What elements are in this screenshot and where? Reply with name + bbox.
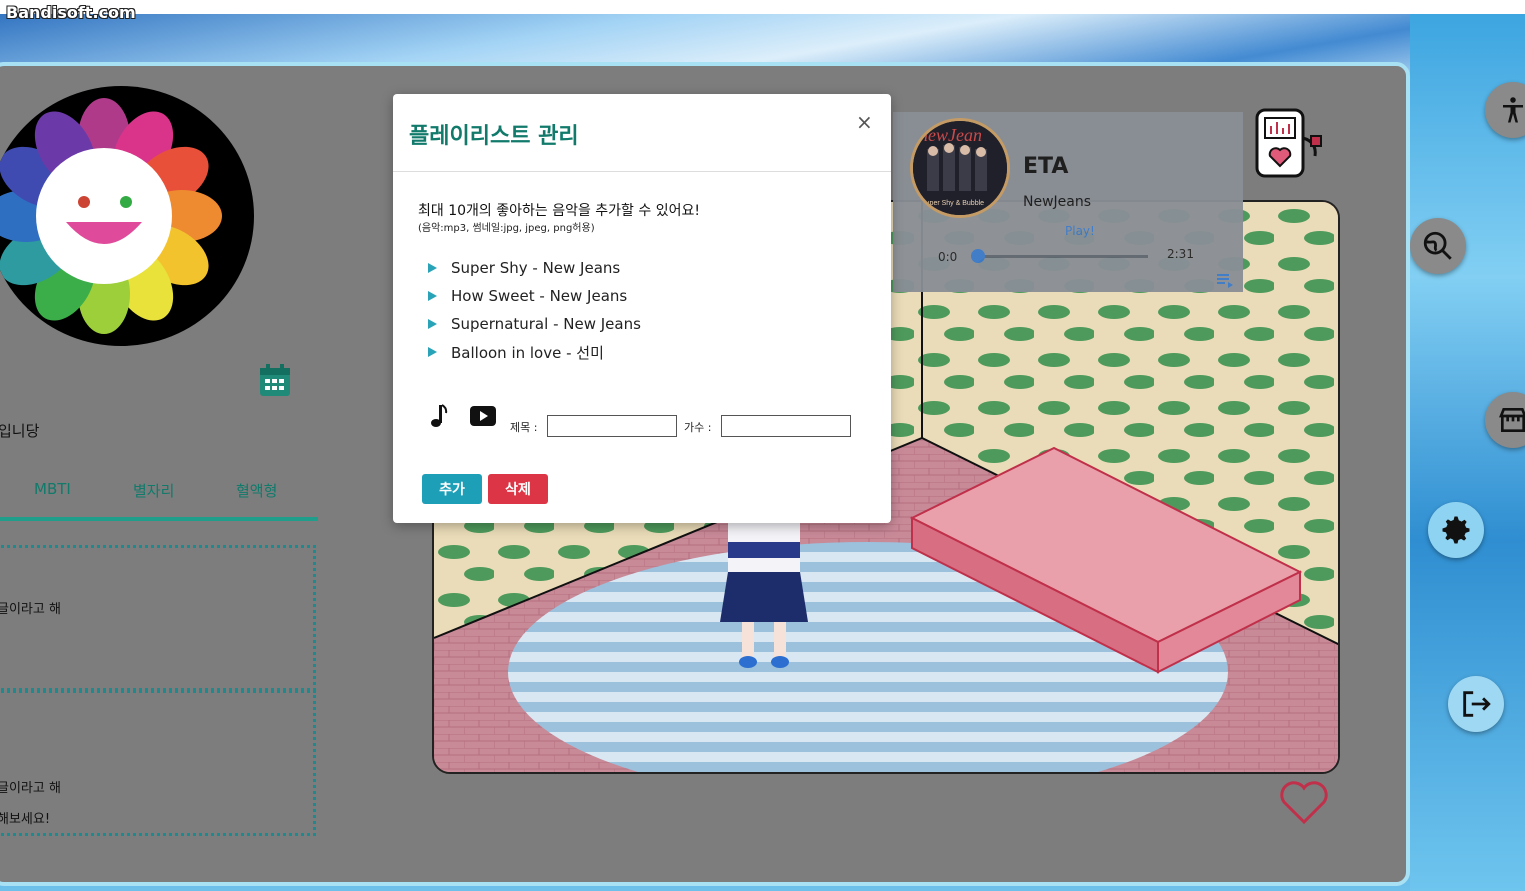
song-artist: NewJeans bbox=[1023, 194, 1092, 210]
tab-zodiac[interactable]: 별자리 bbox=[133, 480, 174, 501]
play-arrow-icon bbox=[428, 319, 437, 329]
modal-sub-description: (음악:mp3, 썸네일:jpg, jpeg, png허용) bbox=[418, 223, 595, 234]
title-label: 제목 : bbox=[510, 421, 538, 434]
album-art: newJean Super Shy & Bubble bbox=[910, 118, 1010, 218]
playlist-item-label: Supernatural - New Jeans bbox=[451, 315, 641, 333]
profile-tabs: MBTI 별자리 혈액형 bbox=[0, 475, 318, 521]
current-time: 0:0 bbox=[938, 250, 958, 264]
playlist-item[interactable]: Super Shy - New Jeans bbox=[428, 254, 641, 282]
add-button[interactable]: 추가 bbox=[422, 474, 482, 504]
logout-icon bbox=[1463, 691, 1491, 717]
accessibility-icon bbox=[1503, 97, 1523, 123]
heart-icon[interactable] bbox=[1278, 778, 1330, 830]
music-player-icon[interactable] bbox=[1255, 108, 1325, 184]
artist-label: 가수 : bbox=[684, 421, 712, 434]
logout-button[interactable] bbox=[1448, 676, 1504, 732]
play-button[interactable]: Play! bbox=[1065, 224, 1095, 238]
calendar-icon[interactable] bbox=[259, 363, 291, 397]
post-box-2: 글이라고 해 해보세요! bbox=[0, 690, 316, 836]
search-globe-button[interactable] bbox=[1410, 218, 1466, 274]
play-arrow-icon bbox=[428, 263, 437, 273]
post-box-2-text: 글이라고 해 bbox=[0, 781, 61, 796]
playlist: Super Shy - New Jeans How Sweet - New Je… bbox=[428, 254, 641, 366]
playlist-item-label: How Sweet - New Jeans bbox=[451, 287, 628, 305]
playlist-item[interactable]: Balloon in love - 선미 bbox=[428, 338, 641, 366]
artist-input[interactable] bbox=[721, 415, 851, 437]
progress-slider[interactable] bbox=[971, 249, 1148, 263]
post-box-2-subtext: 해보세요! bbox=[0, 812, 51, 827]
profile-avatar bbox=[0, 86, 254, 346]
modal-title: 플레이리스트 관리 bbox=[409, 124, 579, 149]
playlist-item-label: Balloon in love - 선미 bbox=[451, 343, 604, 362]
title-input[interactable] bbox=[547, 415, 677, 437]
right-sidebar bbox=[1410, 14, 1525, 891]
post-box-1: 글이라고 해 bbox=[0, 545, 316, 691]
playlist-item-label: Super Shy - New Jeans bbox=[451, 259, 621, 277]
modal-description: 최대 10개의 좋아하는 음악을 추가할 수 있어요! bbox=[418, 203, 700, 219]
youtube-play-icon[interactable] bbox=[470, 406, 496, 430]
search-globe-icon bbox=[1423, 231, 1452, 260]
music-note-icon[interactable] bbox=[430, 404, 448, 432]
playlist-modal: 플레이리스트 관리 × 최대 10개의 좋아하는 음악을 추가할 수 있어요! … bbox=[393, 94, 891, 523]
watermark: Bandisoft.com bbox=[6, 3, 136, 22]
play-arrow-icon bbox=[428, 291, 437, 301]
play-arrow-icon bbox=[428, 347, 437, 357]
modal-header: 플레이리스트 관리 × bbox=[393, 94, 891, 172]
tab-mbti[interactable]: MBTI bbox=[34, 480, 71, 498]
duration: 2:31 bbox=[1167, 247, 1194, 261]
delete-button[interactable]: 삭제 bbox=[488, 474, 548, 504]
playlist-item[interactable]: Supernatural - New Jeans bbox=[428, 310, 641, 338]
close-button[interactable]: × bbox=[856, 110, 873, 134]
svg-text:Super Shy & Bubble: Super Shy & Bubble bbox=[921, 200, 984, 207]
profile-intro: 입니당 bbox=[0, 423, 40, 440]
svg-text:newJean: newJean bbox=[919, 125, 982, 145]
settings-button[interactable] bbox=[1428, 502, 1484, 558]
post-box-1-text: 글이라고 해 bbox=[0, 602, 61, 617]
browser-top-strip bbox=[0, 0, 1525, 14]
store-icon bbox=[1499, 408, 1525, 432]
tab-blood-type[interactable]: 혈액형 bbox=[236, 480, 277, 501]
playlist-icon[interactable] bbox=[1216, 272, 1234, 288]
playlist-item[interactable]: How Sweet - New Jeans bbox=[428, 282, 641, 310]
progress-thumb[interactable] bbox=[971, 249, 985, 263]
song-title: ETA bbox=[1023, 154, 1069, 179]
gear-icon bbox=[1442, 516, 1470, 544]
